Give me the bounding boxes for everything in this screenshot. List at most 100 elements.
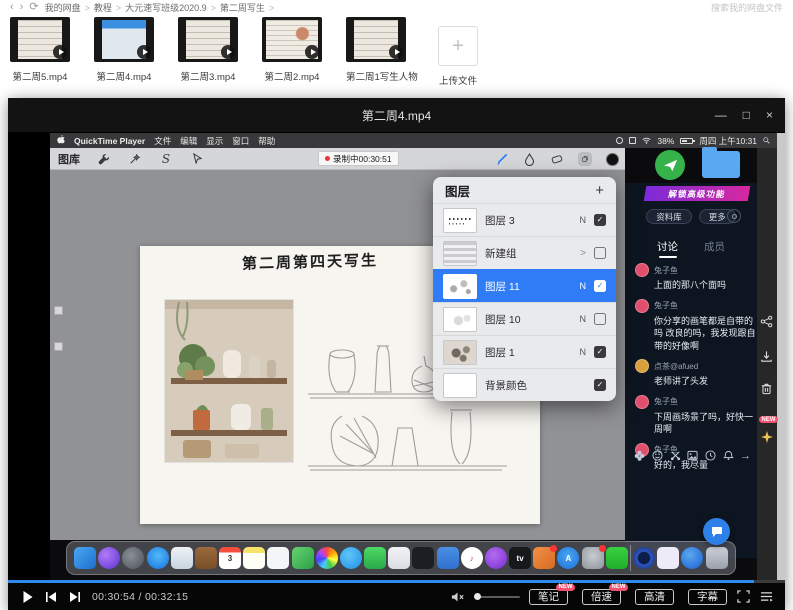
layer-row[interactable]: 图层 10 > N ✓	[433, 302, 616, 335]
dock-icon[interactable]	[633, 547, 655, 569]
layer-visibility-checkbox[interactable]: ✓	[594, 313, 606, 325]
layer-row[interactable]: 新建组 > ✓	[433, 236, 616, 269]
video-file-item[interactable]: 第二周5.mp4	[10, 17, 70, 83]
dock-icon[interactable]: 3	[219, 547, 241, 569]
sidebar-slider-handle-2[interactable]	[54, 342, 63, 351]
chevron-right-icon[interactable]: >	[580, 248, 586, 259]
close-button[interactable]: ×	[766, 108, 773, 122]
adjustments-wand-icon[interactable]	[128, 152, 142, 166]
eraser-tool-icon[interactable]	[550, 152, 564, 166]
feature-button[interactable]: 字幕 NEW	[688, 589, 727, 605]
dock-icon[interactable]	[485, 547, 507, 569]
dock-icon[interactable]: tv	[509, 547, 531, 569]
download-icon[interactable]	[760, 350, 774, 364]
dock-icon[interactable]	[292, 547, 314, 569]
video-file-item[interactable]: 第二周4.mp4	[94, 17, 154, 83]
layer-visibility-checkbox[interactable]: ✓	[594, 379, 606, 391]
brush-tool-icon[interactable]	[494, 152, 508, 166]
minimize-button[interactable]: —	[715, 108, 727, 122]
feature-button[interactable]: 高清 NEW	[635, 589, 674, 605]
trash-icon[interactable]	[760, 382, 774, 396]
flower-icon[interactable]	[633, 449, 646, 462]
layer-visibility-checkbox[interactable]: ✓	[594, 280, 606, 292]
layers-panel-button[interactable]	[578, 152, 592, 166]
previous-button[interactable]	[44, 590, 58, 604]
layer-visibility-checkbox[interactable]: ✓	[594, 247, 606, 259]
dock-icon[interactable]	[98, 547, 120, 569]
menubar-menu-item[interactable]: 文件	[154, 135, 171, 147]
dock-icon[interactable]	[147, 547, 169, 569]
upload-file-button[interactable]: +	[438, 26, 478, 66]
forward-icon[interactable]: ›	[20, 2, 24, 13]
dock-icon[interactable]	[243, 547, 265, 569]
actions-wrench-icon[interactable]	[97, 152, 111, 166]
layer-blend-mode[interactable]: N	[580, 215, 587, 225]
play-button[interactable]	[20, 590, 34, 604]
dock-icon[interactable]	[681, 547, 703, 569]
color-picker-button[interactable]	[606, 153, 619, 166]
dock-icon[interactable]	[437, 547, 459, 569]
video-file-item[interactable]: 第二周3.mp4	[178, 17, 238, 83]
clock-icon[interactable]	[704, 449, 717, 462]
wifi-icon[interactable]	[642, 136, 651, 146]
smudge-tool-icon[interactable]	[522, 152, 536, 166]
gallery-button[interactable]: 图库	[58, 151, 80, 167]
scissors-icon[interactable]	[669, 449, 682, 462]
breadcrumb-item[interactable]: 教程	[94, 1, 112, 14]
dock-icon[interactable]	[122, 547, 144, 569]
layer-row[interactable]: 图层 3 > N ✓	[433, 203, 616, 236]
playlist-icon[interactable]	[759, 590, 773, 604]
layer-visibility-checkbox[interactable]: ✓	[594, 346, 606, 358]
menubar-menu-item[interactable]: 显示	[206, 135, 223, 147]
dock-icon[interactable]	[706, 547, 728, 569]
premium-banner[interactable]: 解锁高级功能	[644, 186, 751, 201]
next-button[interactable]	[68, 590, 82, 604]
breadcrumb-item[interactable]: 第二周写生	[220, 1, 265, 14]
drawing-canvas[interactable]: 第二周第四天写生	[50, 170, 625, 540]
send-icon[interactable]: →	[740, 450, 751, 462]
dock-icon[interactable]	[582, 547, 604, 569]
image-icon[interactable]	[686, 449, 699, 462]
spotlight-icon[interactable]	[763, 136, 770, 146]
back-icon[interactable]: ‹	[10, 2, 14, 13]
layer-blend-mode[interactable]: N	[580, 347, 587, 357]
sidebar-pill-button[interactable]: 资料库	[646, 209, 692, 224]
layer-blend-mode[interactable]: N	[580, 314, 587, 324]
layer-blend-mode[interactable]: N	[580, 281, 587, 291]
emoji-icon[interactable]	[651, 449, 664, 462]
layer-row[interactable]: 图层 1 > N ✓	[433, 335, 616, 368]
dock-icon[interactable]	[606, 547, 628, 569]
search-input[interactable]: 搜索我的网盘文件	[711, 1, 783, 14]
player-titlebar[interactable]: 第二周4.mp4 — □ ×	[8, 98, 785, 132]
dock-icon[interactable]	[171, 547, 193, 569]
folder-icon[interactable]	[702, 151, 740, 178]
menubar-menu-item[interactable]: 编辑	[180, 135, 197, 147]
fullscreen-icon[interactable]	[736, 590, 750, 604]
sidebar-tab[interactable]: 讨论	[657, 239, 678, 258]
mute-icon[interactable]	[451, 590, 465, 604]
dock-icon[interactable]	[74, 547, 96, 569]
dock-icon[interactable]	[364, 547, 386, 569]
menubar-app-name[interactable]: QuickTime Player	[74, 136, 145, 146]
support-chat-bubble[interactable]	[703, 518, 730, 545]
dock-icon[interactable]	[195, 547, 217, 569]
sidebar-slider-handle[interactable]	[54, 306, 63, 315]
breadcrumb-item[interactable]: 大元速写班级2020.9	[125, 1, 207, 14]
dock-icon[interactable]	[340, 547, 362, 569]
dock-icon[interactable]: ♪	[461, 547, 483, 569]
input-source-icon[interactable]	[629, 137, 636, 144]
layer-row[interactable]: 背景颜色 > ✓	[433, 368, 616, 401]
breadcrumb-item[interactable]: 我的网盘	[45, 1, 81, 14]
video-content[interactable]: QuickTime Player 文件编辑显示窗口帮助 38% 周四 上午10:…	[8, 132, 785, 583]
sidebar-settings-icon[interactable]	[727, 209, 741, 223]
feature-button[interactable]: 倍速 NEW	[582, 589, 621, 605]
paper-plane-app-icon[interactable]	[655, 150, 685, 180]
star-wand-icon[interactable]	[760, 430, 774, 444]
dock-icon[interactable]	[388, 547, 410, 569]
add-layer-button[interactable]: +	[595, 183, 604, 198]
dock-icon[interactable]	[630, 545, 631, 571]
video-file-item[interactable]: 第二周2.mp4	[262, 17, 322, 83]
dock-icon[interactable]	[267, 547, 289, 569]
transform-arrow-icon[interactable]	[190, 152, 204, 166]
share-icon[interactable]	[760, 315, 774, 329]
